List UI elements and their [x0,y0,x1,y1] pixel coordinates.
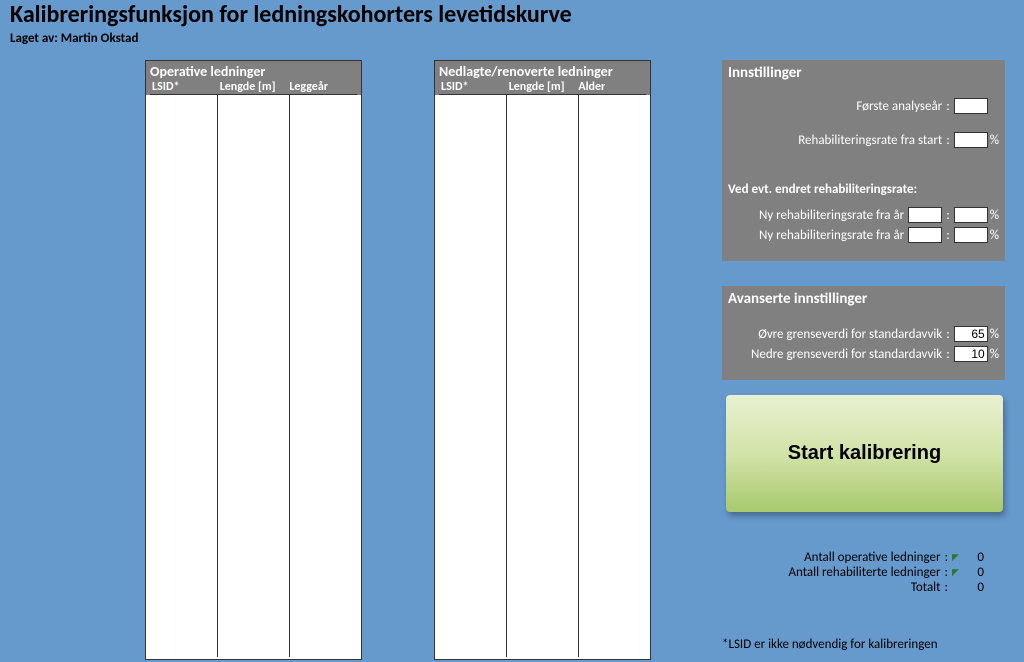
author-name: Martin Okstad [61,31,139,46]
author-prefix: Laget av: [10,31,61,46]
operative-table-title: Operative ledninger [150,63,357,80]
cell-marker-icon: ◤ [950,567,964,578]
nedlagte-table: Nedlagte/renoverte ledninger LSID* Lengd… [434,60,651,660]
advanced-panel: Avanserte innstillinger Øvre grenseverdi… [722,286,1005,380]
table-col[interactable] [290,95,360,657]
operative-table-columns: LSID* Lengde [m] Leggeår [150,80,357,95]
col-length: Lengde [m] [220,80,290,94]
settings-title: Innstillinger [728,64,999,82]
col-lsid: LSID* [439,80,509,94]
stat-total-value: 0 [964,580,984,595]
colon: : [945,580,948,595]
upper-stddev-label: Øvre grenseverdi for standardavvik [758,327,942,342]
colon: : [946,133,949,148]
table-col[interactable] [218,95,290,657]
colon: : [946,347,949,362]
stat-operative-row: Antall operative ledninger : ◤ 0 [722,550,984,565]
first-year-row: Første analyseår : % [728,98,999,114]
new-rate2-label: Ny rehabiliteringsrate fra år [759,228,904,243]
table-col[interactable] [435,95,507,657]
col-year: Leggeår [289,80,357,94]
colon: : [945,550,948,565]
percent-label: % [990,347,999,362]
new-rate2-row: Ny rehabiliteringsrate fra år : % [728,227,999,243]
lower-stddev-row: Nedre grenseverdi for standardavvik : % [728,346,999,362]
author-line: Laget av: Martin Okstad [10,31,572,46]
lower-stddev-input[interactable] [954,346,988,362]
stat-operative-label: Antall operative ledninger [804,550,940,565]
first-year-label: Første analyseår [856,99,942,114]
colon: : [945,565,948,580]
operative-table-body[interactable] [146,95,361,657]
stat-rehab-label: Antall rehabiliterte ledninger [789,565,941,580]
col-length: Lengde [m] [509,80,579,94]
cell-marker-icon: ◤ [950,552,964,563]
advanced-title: Avanserte innstillinger [728,290,999,308]
percent-label: % [990,327,999,342]
settings-panel: Innstillinger Første analyseår : % Rehab… [722,60,1005,261]
stat-total-row: Totalt : 0 [722,580,984,595]
first-year-input[interactable] [954,98,988,114]
stat-rehab-row: Antall rehabiliterte ledninger : ◤ 0 [722,565,984,580]
colon: : [946,327,949,342]
lower-stddev-label: Nedre grenseverdi for standardavvik [751,347,942,362]
new-rate2-year-input[interactable] [908,227,942,243]
start-calibration-button[interactable]: Start kalibrering [726,395,1003,512]
operative-table-header: Operative ledninger LSID* Lengde [m] Leg… [146,61,361,95]
stat-operative-value: 0 [964,550,984,565]
new-rate1-value-input[interactable] [954,207,988,223]
stat-rehab-value: 0 [964,565,984,580]
new-rate1-label: Ny rehabiliteringsrate fra år [759,208,904,223]
table-col[interactable] [146,95,218,657]
colon: : [946,228,949,243]
stats-block: Antall operative ledninger : ◤ 0 Antall … [722,550,984,595]
upper-stddev-input[interactable] [954,326,988,342]
percent-label: % [990,133,999,148]
new-rate2-value-input[interactable] [954,227,988,243]
rehab-start-input[interactable] [954,132,988,148]
col-age: Alder [578,80,646,94]
stat-total-label: Totalt [911,580,941,595]
percent-label: % [990,228,999,243]
colon: : [946,208,949,223]
page-title: Kalibreringsfunksjon for ledningskohorte… [10,0,572,29]
table-col[interactable] [579,95,649,657]
footnote: *LSID er ikke nødvendig for kalibreringe… [722,637,938,652]
rehab-start-row: Rehabiliteringsrate fra start : % [728,132,999,148]
nedlagte-table-header: Nedlagte/renoverte ledninger LSID* Lengd… [435,61,650,95]
rehab-start-label: Rehabiliteringsrate fra start [798,133,942,148]
header: Kalibreringsfunksjon for ledningskohorte… [10,0,572,46]
percent-label: % [990,208,999,223]
nedlagte-table-title: Nedlagte/renoverte ledninger [439,63,646,80]
operative-table: Operative ledninger LSID* Lengde [m] Leg… [145,60,362,660]
col-lsid: LSID* [150,80,220,94]
nedlagte-table-body[interactable] [435,95,650,657]
new-rate1-year-input[interactable] [908,207,942,223]
upper-stddev-row: Øvre grenseverdi for standardavvik : % [728,326,999,342]
start-button-label: Start kalibrering [788,442,941,465]
table-col[interactable] [507,95,579,657]
changed-rate-heading: Ved evt. endret rehabiliteringsrate: [728,182,999,197]
nedlagte-table-columns: LSID* Lengde [m] Alder [439,80,646,95]
colon: : [946,99,949,114]
new-rate1-row: Ny rehabiliteringsrate fra år : % [728,207,999,223]
